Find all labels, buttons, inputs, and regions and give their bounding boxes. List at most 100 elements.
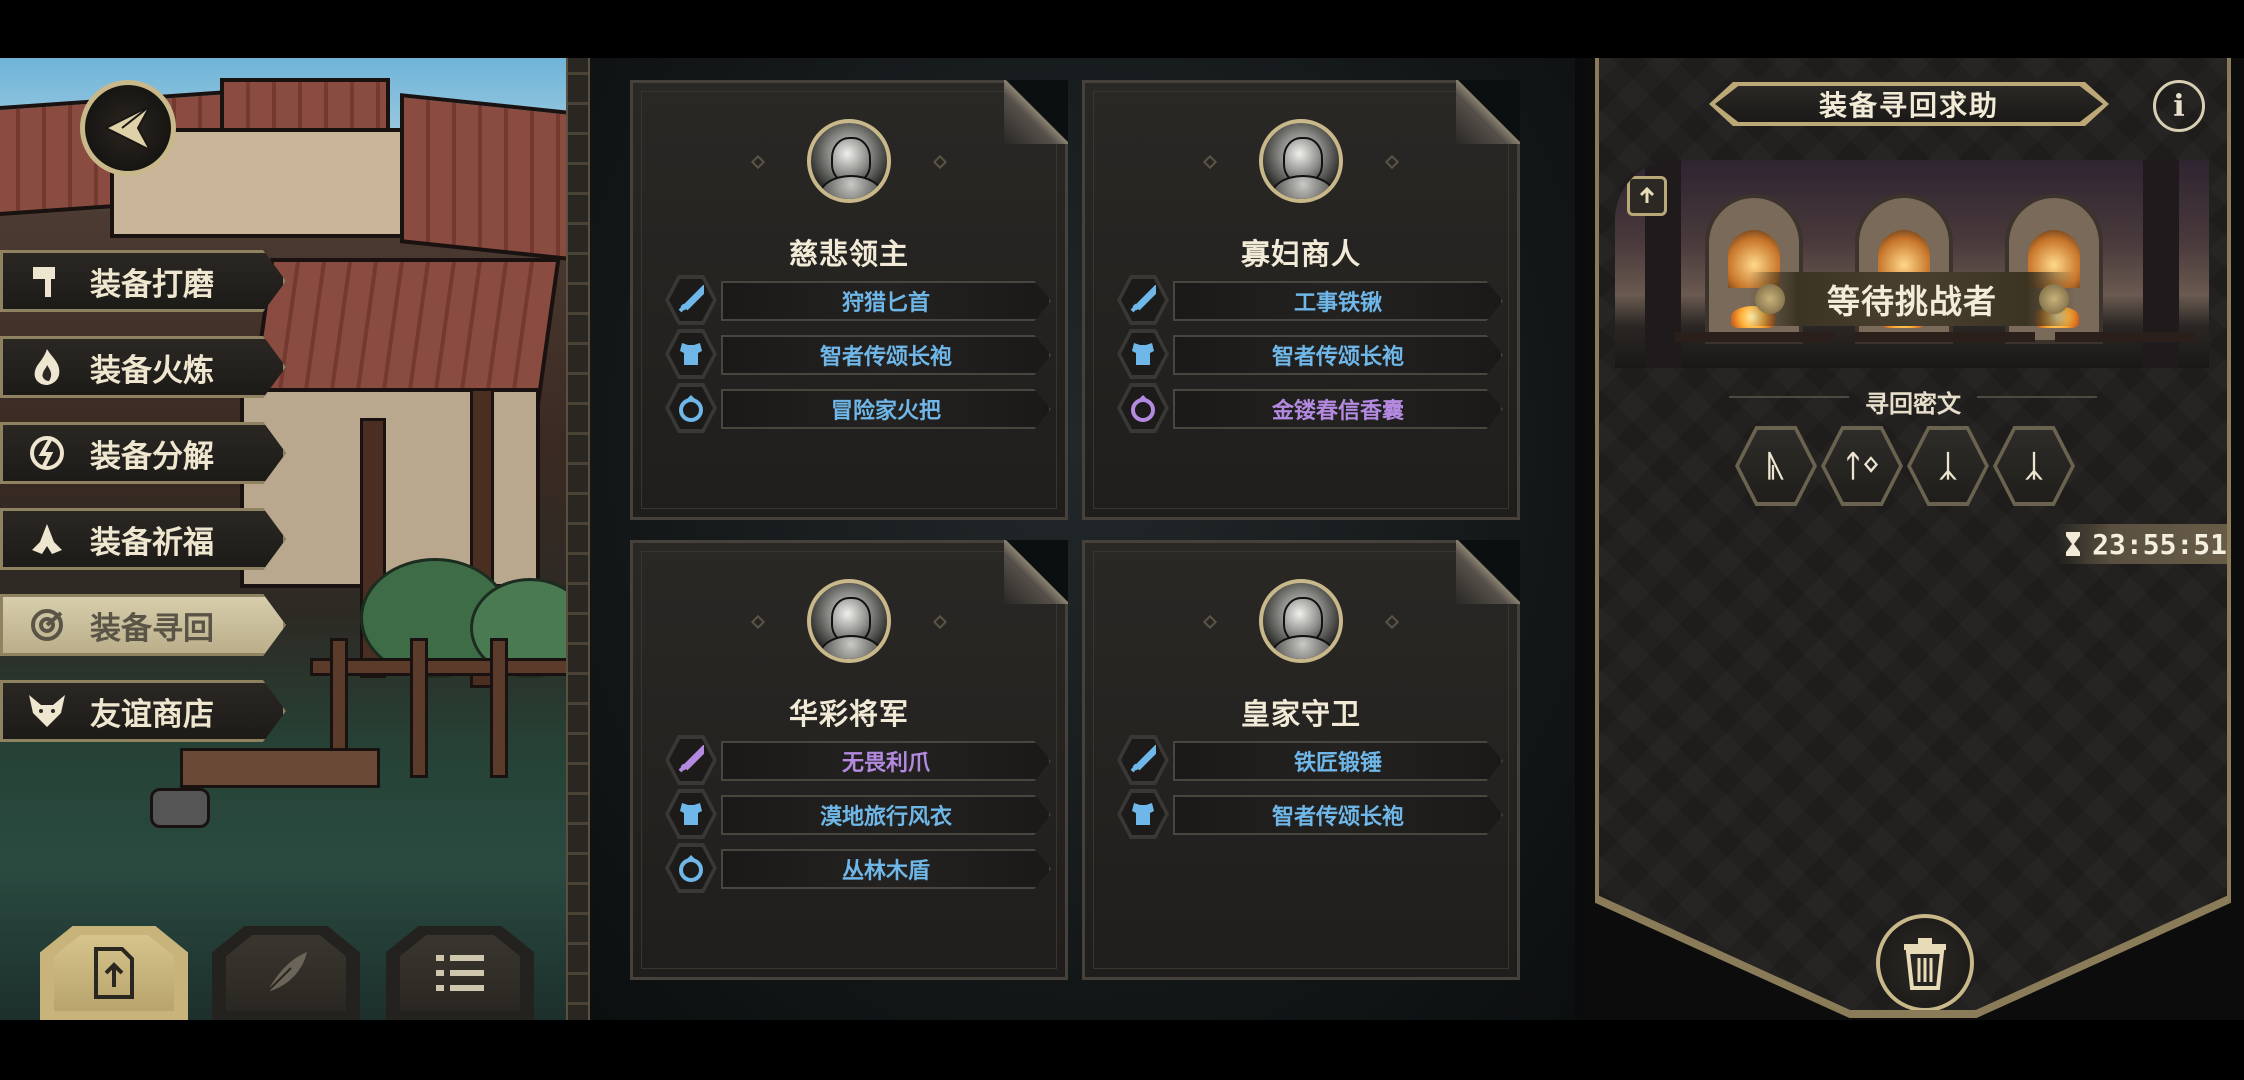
page-fold: [1004, 540, 1068, 604]
sword-icon: [678, 745, 704, 773]
upload-icon: [1639, 186, 1655, 203]
share-button[interactable]: [1627, 176, 1667, 216]
equipment-row[interactable]: 工事铁锹: [1117, 275, 1509, 325]
equipment-row[interactable]: 智者传颂长袍: [1117, 329, 1509, 379]
equipment-row[interactable]: 冒险家火把: [665, 383, 1057, 433]
menu-item-polish[interactable]: 装备打磨: [0, 250, 286, 312]
request-card[interactable]: 皇家守卫 铁匠锻锤 智者传颂长袍: [1082, 540, 1520, 980]
fence: [410, 638, 428, 778]
panel-body: 装备寻回求助 i 等待挑战者 寻回密文 ᚣ ᛏᛜ ᛣ ᛣ 23:55:51: [1599, 58, 2227, 1010]
request-card[interactable]: 寡妇商人 工事铁锹 智者传颂长袍 金镂春信香囊: [1082, 80, 1520, 520]
equipment-name: 漠地旅行风衣: [721, 795, 1051, 835]
equipment-row[interactable]: 智者传颂长袍: [1117, 789, 1509, 839]
panel-title: 装备寻回求助: [1715, 86, 2103, 122]
ring-icon: [1131, 395, 1155, 422]
menu-item-label: 装备分解: [90, 438, 214, 475]
menu-item-friendship-shop[interactable]: 友谊商店: [0, 680, 286, 742]
request-board: 慈悲领主 狩猎匕首 智者传颂长袍 冒险家火把 寡妇商人 工事铁锹 智者传颂长袍: [590, 58, 1575, 1020]
divider-line: [1977, 396, 2097, 398]
menu-item-forge[interactable]: 装备火炼: [0, 336, 286, 398]
table: [1675, 332, 1835, 342]
rock: [150, 788, 210, 828]
equipment-row[interactable]: 无畏利爪: [665, 735, 1057, 785]
character-portrait: [807, 119, 891, 203]
diamond-ornament: [1384, 614, 1400, 630]
equipment-name: 丛林木盾: [721, 849, 1051, 889]
disassemble-icon: [26, 432, 68, 474]
panel-title-bar: 装备寻回求助: [1709, 82, 2109, 126]
info-button[interactable]: i: [2153, 80, 2205, 132]
equipment-name: 冒险家火把: [721, 389, 1051, 429]
table: [2055, 332, 2195, 342]
character-name: 慈悲领主: [788, 237, 909, 271]
timer-text: 23:55:51: [2092, 527, 2227, 561]
flame-icon: [26, 346, 68, 388]
back-button[interactable]: [80, 80, 176, 176]
equipment-row[interactable]: 金镂春信香囊: [1117, 383, 1509, 433]
character-name: 皇家守卫: [1240, 697, 1361, 731]
character-portrait: [807, 579, 891, 663]
request-card[interactable]: 华彩将军 无畏利爪 漠地旅行风衣 丛林木盾: [630, 540, 1068, 980]
request-card[interactable]: 慈悲领主 狩猎匕首 智者传颂长袍 冒险家火把: [630, 80, 1068, 520]
roof: [400, 93, 570, 261]
equipment-row[interactable]: 狩猎匕首: [665, 275, 1057, 325]
menu-item-label: 装备寻回: [90, 610, 214, 647]
cipher-label: 寻回密文: [1865, 390, 1961, 418]
character-name: 华彩将军: [788, 697, 909, 731]
menu-item-label: 友谊商店: [90, 696, 214, 733]
equipment-name: 无畏利爪: [721, 741, 1051, 781]
countdown-timer: 23:55:51: [2055, 524, 2227, 564]
cipher-glyph: ᛣ: [1993, 426, 2075, 506]
diamond-ornament: [750, 154, 766, 170]
equipment-name: 智者传颂长袍: [1173, 795, 1503, 835]
panel-divider: [1575, 58, 1585, 1020]
cipher-glyph: ᚣ: [1735, 426, 1817, 506]
diamond-ornament: [1384, 154, 1400, 170]
menu-item-bless[interactable]: 装备祈福: [0, 508, 286, 570]
tab-upload[interactable]: [40, 926, 188, 1020]
menu-item-label: 装备火炼: [90, 352, 214, 389]
armor-icon: [1132, 803, 1154, 825]
sword-icon: [678, 285, 704, 313]
tab-list[interactable]: [386, 926, 534, 1020]
character-name: 寡妇商人: [1240, 237, 1361, 271]
tab-feather[interactable]: [212, 926, 360, 1020]
equipment-row[interactable]: 丛林木盾: [665, 843, 1057, 893]
diamond-ornament: [1202, 154, 1218, 170]
ring-icon: [679, 395, 703, 422]
equipment-row[interactable]: 铁匠锻锤: [1117, 735, 1509, 785]
menu-item-label: 装备打磨: [90, 266, 214, 303]
info-icon: i: [2173, 88, 2185, 124]
status-text: 等待挑战者: [1827, 282, 1997, 321]
ring-icon: [679, 855, 703, 882]
delete-button[interactable]: [1876, 914, 1974, 1010]
roof: [249, 258, 561, 408]
page-fold: [1456, 540, 1520, 604]
back-arrow-icon: [103, 103, 153, 153]
hammer-icon: [26, 260, 68, 302]
tavern-scene-image: [1615, 160, 2209, 368]
cipher-glyph: ᛣ: [1907, 426, 1989, 506]
character-portrait: [1259, 579, 1343, 663]
diamond-ornament: [932, 154, 948, 170]
equipment-name: 智者传颂长袍: [1173, 335, 1503, 375]
upload-doc-icon: [94, 947, 134, 999]
equipment-name: 工事铁锹: [1173, 281, 1503, 321]
hourglass-icon: [2066, 532, 2081, 556]
armor-icon: [680, 343, 702, 365]
menu-item-disassemble[interactable]: 装备分解: [0, 422, 286, 484]
equipment-row[interactable]: 漠地旅行风衣: [665, 789, 1057, 839]
page-fold: [1004, 80, 1068, 144]
character-portrait: [1259, 119, 1343, 203]
panel-divider: [566, 58, 590, 1020]
cipher-glyph: ᛏᛜ: [1821, 426, 1903, 506]
trash-icon: [1904, 938, 1946, 990]
fox-icon: [26, 690, 68, 732]
menu-item-label: 装备祈福: [90, 524, 214, 561]
equipment-row[interactable]: 智者传颂长袍: [665, 329, 1057, 379]
target-icon: [26, 604, 68, 646]
crates: [180, 748, 380, 788]
menu-item-retrieve[interactable]: 装备寻回: [0, 594, 286, 656]
fence: [310, 658, 570, 676]
armor-icon: [680, 803, 702, 825]
